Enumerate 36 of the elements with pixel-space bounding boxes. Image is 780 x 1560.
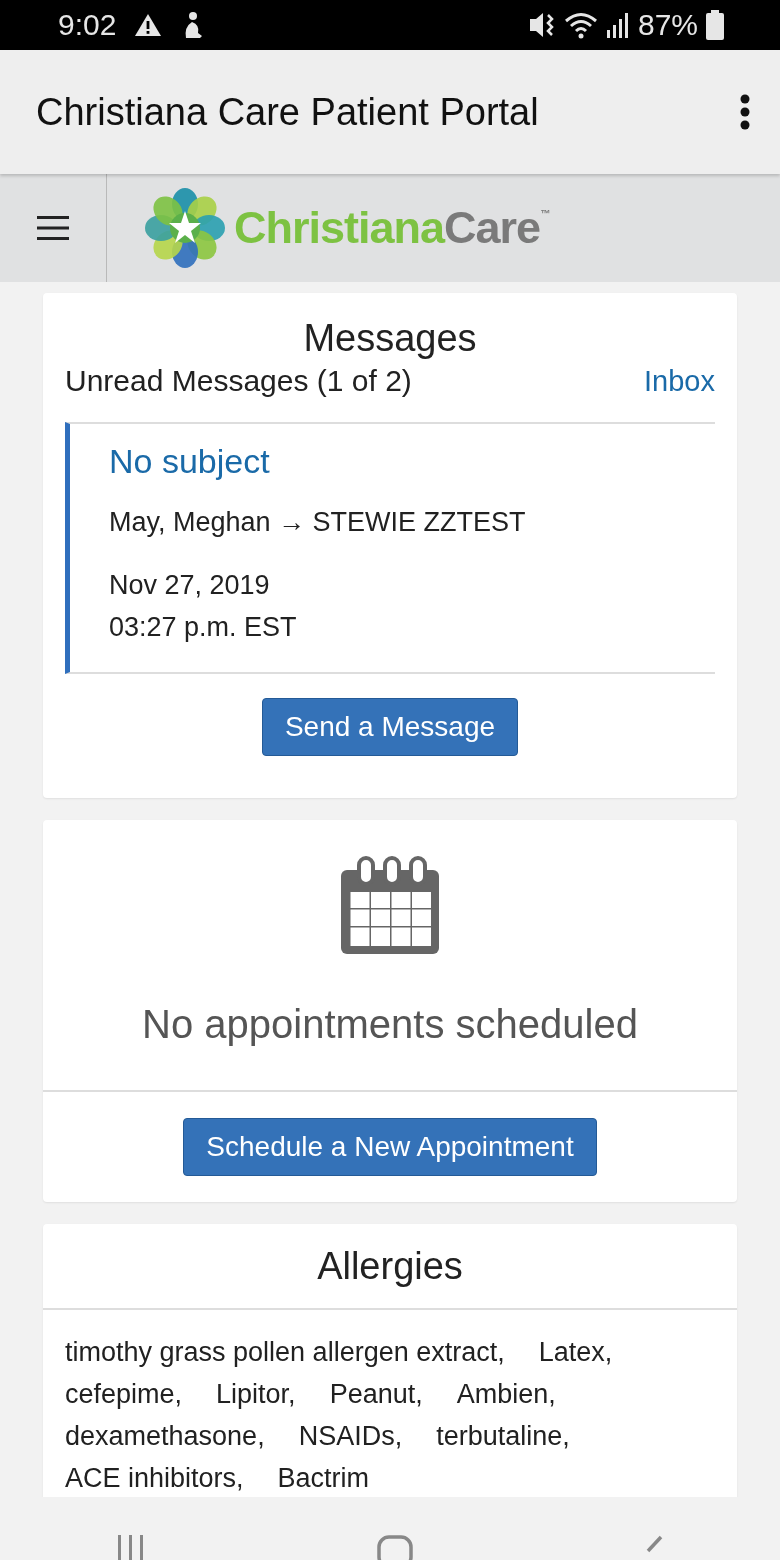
allergy-item: NSAIDs, [298, 1420, 403, 1453]
inbox-link[interactable]: Inbox [644, 364, 715, 398]
schedule-appointment-button[interactable]: Schedule a New Appointment [183, 1118, 597, 1176]
allergy-item: terbutaline, [436, 1420, 570, 1453]
message-route: May, Meghan → STEWIE ZZTEST [109, 507, 527, 538]
logo-wordmark: ChristianaCare™ [234, 202, 550, 254]
allergy-item: timothy grass pollen allergen extract, [65, 1336, 505, 1369]
allergy-item: cefepime, [65, 1378, 183, 1411]
allergy-item: Bactrim [277, 1462, 370, 1495]
allergy-item: ACE inhibitors, [65, 1462, 244, 1495]
empty-message: No appointments scheduled [142, 1002, 638, 1047]
battery-icon [706, 10, 724, 40]
flower-logo-icon [144, 187, 226, 269]
allergy-item: Latex, [538, 1336, 613, 1369]
calendar-icon [339, 856, 441, 956]
card-title: Messages [302, 317, 478, 360]
more-options-icon[interactable] [740, 94, 750, 130]
message-date: Nov 27, 2019 03:27 p.m. EST [109, 569, 298, 644]
recent-apps-icon[interactable] [115, 1535, 146, 1560]
allergy-item: Peanut, [329, 1378, 423, 1411]
allergy-item: Lipitor, [216, 1378, 296, 1411]
card-title: Allergies [317, 1244, 463, 1288]
wifi-icon [563, 11, 598, 39]
allergy-item: Ambien, [456, 1378, 556, 1411]
allergy-item: dexamethasone, [65, 1420, 265, 1453]
send-message-button[interactable]: Send a Message [261, 698, 519, 756]
message-item[interactable]: No subject May, Meghan → STEWIE ZZTEST Nov 27, 2019 03:27 p.m. EST [65, 422, 715, 674]
unread-count: Unread Messages (1 of 2) [65, 364, 412, 398]
battery-percent: 87% [637, 8, 698, 42]
signal-icon [605, 12, 630, 38]
warning-icon [134, 13, 163, 37]
message-subject: No subject [109, 442, 271, 481]
clock: 9:02 [58, 8, 117, 42]
menu-icon[interactable] [37, 216, 69, 240]
app-title: Christiana Care Patient Portal [36, 90, 540, 134]
home-icon[interactable] [377, 1535, 413, 1560]
